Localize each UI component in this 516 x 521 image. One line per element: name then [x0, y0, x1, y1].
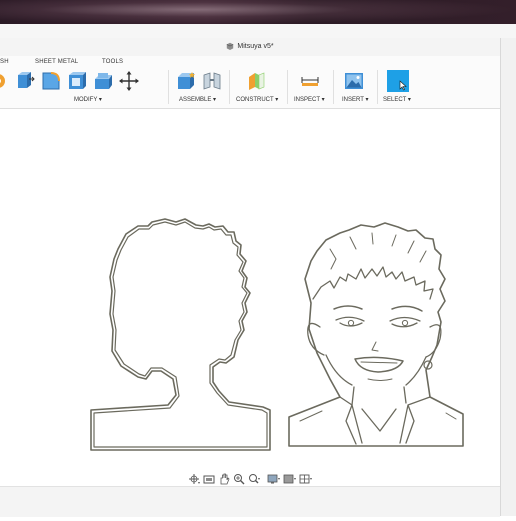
portrait-right-pupil [401, 319, 409, 327]
document-icon [227, 42, 234, 51]
ribbon-toolbar: SH SHEET METAL TOOLS MODIFY ▾ ASSEMBLE ▾… [0, 56, 500, 109]
fillet-icon[interactable] [41, 71, 61, 91]
tab-tools[interactable]: TOOLS [102, 59, 123, 65]
zoom-icon[interactable] [232, 473, 246, 485]
orbit-icon[interactable] [187, 473, 201, 485]
silhouette-sketch [90, 218, 271, 451]
portrait-sketch [288, 222, 464, 447]
separator [229, 70, 230, 104]
portrait-hair-line [312, 266, 434, 300]
document-title: Mitsuya v5* [237, 43, 274, 50]
timeline-bar [0, 486, 500, 517]
modify-menu[interactable]: MODIFY ▾ [74, 96, 102, 103]
measure-icon[interactable] [300, 71, 320, 91]
select-cursor-icon[interactable] [387, 70, 409, 92]
portrait-left-ear [307, 322, 325, 356]
construct-menu[interactable]: CONSTRUCT ▾ [236, 96, 278, 103]
separator [168, 70, 169, 104]
portrait-neck [351, 386, 407, 406]
zoom-window-icon[interactable] [247, 473, 261, 485]
viewports-icon[interactable] [299, 473, 313, 485]
pan-icon[interactable] [217, 473, 231, 485]
portrait-hair-strand [329, 232, 427, 270]
portrait-chin [367, 378, 393, 381]
insert-image-icon[interactable] [344, 71, 364, 91]
silhouette-outer-outline [90, 218, 271, 451]
navigation-bar [187, 472, 327, 486]
separator [287, 70, 288, 104]
background-gap [0, 24, 516, 38]
fusion-window: Mitsuya v5* SH SHEET METAL TOOLS MODIFY … [0, 38, 501, 517]
portrait-teeth [360, 361, 398, 364]
portrait-left-eye [335, 316, 365, 327]
portrait-right-ear [425, 324, 442, 358]
tab-sheet-metal[interactable]: SHEET METAL [35, 59, 78, 65]
combine-icon[interactable] [93, 71, 113, 91]
sketch-viewport [90, 218, 464, 451]
partial-tool-icon[interactable] [0, 71, 12, 91]
portrait-nose [371, 341, 379, 352]
new-component-icon[interactable] [176, 71, 196, 91]
grid-settings-icon[interactable] [283, 473, 297, 485]
offset-plane-icon[interactable] [247, 71, 267, 91]
background-right [500, 38, 516, 516]
tab-mesh[interactable]: SH [0, 59, 9, 65]
portrait-left-pupil [347, 319, 355, 327]
separator [333, 70, 334, 104]
design-canvas[interactable] [0, 109, 500, 516]
shell-icon[interactable] [67, 71, 87, 91]
move-icon[interactable] [119, 71, 139, 91]
press-pull-icon[interactable] [15, 71, 35, 91]
select-menu[interactable]: SELECT ▾ [383, 96, 411, 103]
display-settings-icon[interactable] [267, 473, 281, 485]
background-photo-strip [0, 0, 516, 24]
look-at-icon[interactable] [202, 473, 216, 485]
portrait-mouth [354, 356, 404, 373]
inspect-menu[interactable]: INSPECT ▾ [294, 96, 325, 103]
portrait-jacket-line [299, 410, 457, 422]
separator [377, 70, 378, 104]
portrait-collar [339, 396, 431, 445]
assemble-menu[interactable]: ASSEMBLE ▾ [179, 96, 216, 103]
portrait-right-brow [391, 305, 423, 312]
insert-menu[interactable]: INSERT ▾ [342, 96, 368, 103]
portrait-left-brow [333, 305, 363, 310]
joint-icon[interactable] [202, 71, 222, 91]
title-bar: Mitsuya v5* [0, 38, 500, 56]
portrait-outer-outline [288, 222, 464, 447]
